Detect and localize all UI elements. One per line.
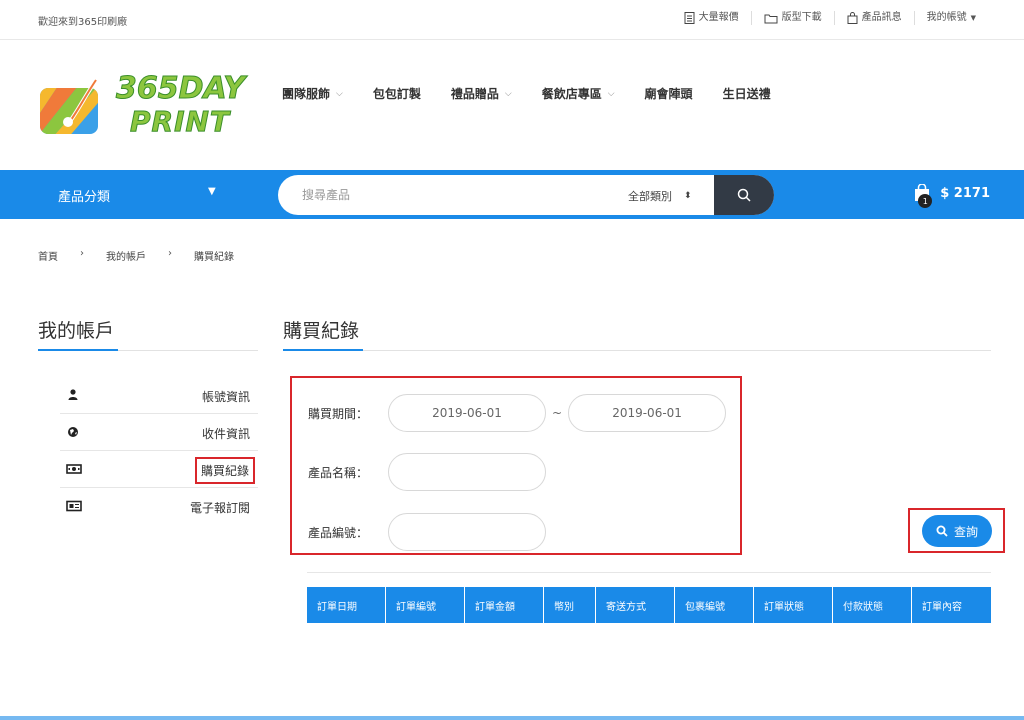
- template-download-link[interactable]: 版型下載: [750, 11, 834, 25]
- cart-count-badge: 1: [918, 194, 933, 208]
- breadcrumb-separator: ›: [80, 248, 84, 259]
- money-icon: [66, 462, 82, 476]
- period-row: 購買期間： ~: [308, 394, 727, 432]
- column-header: 訂單狀態: [754, 587, 833, 623]
- column-header: 包裹編號: [675, 587, 754, 623]
- nav-item-birthday[interactable]: 生日送禮: [723, 85, 771, 102]
- nav-item-gifts[interactable]: 禮品贈品 ⌵: [451, 85, 512, 102]
- nav-item-temple[interactable]: 廟會陣頭: [645, 85, 693, 102]
- product-info-link[interactable]: 產品訊息: [833, 11, 914, 25]
- sidebar-item-newsletter[interactable]: 電子報訂閱: [60, 488, 258, 525]
- nav-item-bags[interactable]: 包包訂製: [373, 85, 421, 102]
- logo-text-print: PRINT: [129, 105, 231, 138]
- chevron-down-icon: ⌵: [336, 88, 343, 99]
- page-title-underline: [283, 349, 991, 351]
- search-button[interactable]: [714, 175, 774, 215]
- shopping-bag-icon: 1: [914, 183, 933, 208]
- sort-caret-icon: ⬍: [684, 191, 692, 201]
- breadcrumb-home[interactable]: 首頁: [38, 248, 58, 263]
- nav-item-team-apparel[interactable]: 團隊服飾 ⌵: [282, 85, 343, 102]
- top-links: 大量報價 版型下載 產品訊息 我的帳號 ▼: [672, 11, 988, 25]
- nav-item-restaurant[interactable]: 餐飲店專區 ⌵: [542, 85, 615, 102]
- orders-table-header: 訂單日期 訂單編號 訂單金額 幣別 寄送方式 包裹編號 訂單狀態 付款狀態 訂單…: [307, 587, 991, 623]
- sidebar-title: 我的帳戶: [38, 320, 115, 342]
- product-id-field[interactable]: [388, 513, 546, 551]
- search-bar-strip: 產品分類 ▼ 全部類別 ⬍ 1 $ 2171: [0, 170, 1024, 219]
- search-category-select[interactable]: 全部類別 ⬍: [628, 188, 692, 204]
- column-header: 幣別: [544, 587, 596, 623]
- search-icon: [936, 525, 948, 537]
- sidebar-item-purchase-history[interactable]: 購買紀錄: [60, 451, 258, 488]
- product-id-row: 產品編號：: [308, 513, 546, 551]
- column-header: 訂單編號: [386, 587, 465, 623]
- breadcrumb-account[interactable]: 我的帳戶: [106, 248, 146, 263]
- date-range-separator: ~: [552, 406, 563, 420]
- user-icon: [66, 388, 80, 402]
- column-header: 寄送方式: [596, 587, 675, 623]
- query-button[interactable]: 查詢: [922, 515, 992, 547]
- my-account-link[interactable]: 我的帳號 ▼: [913, 11, 988, 25]
- top-bar: 歡迎來到365印刷廠 大量報價 版型下載 產品訊息 我的帳號 ▼: [0, 0, 1024, 40]
- document-icon: [684, 12, 695, 24]
- folder-icon: [764, 13, 778, 24]
- welcome-text: 歡迎來到365印刷廠: [38, 17, 128, 28]
- sidebar-item-shipping-info[interactable]: 收件資訊: [60, 414, 258, 451]
- logo-text-365day: 365DAY: [115, 71, 246, 106]
- query-button-highlight: 查詢: [908, 508, 1005, 553]
- section-divider: [307, 572, 991, 573]
- account-menu: 帳號資訊 收件資訊 購買紀錄 電子報訂閱: [60, 377, 258, 525]
- column-header: 訂單日期: [307, 587, 386, 623]
- sidebar-title-underline: [38, 349, 258, 351]
- search-box: 全部類別 ⬍: [278, 175, 774, 215]
- breadcrumb: 首頁 › 我的帳戶 › 購買紀錄: [38, 248, 234, 263]
- product-name-label: 產品名稱：: [308, 465, 369, 480]
- product-name-field[interactable]: [388, 453, 546, 491]
- search-form-highlight: 購買期間： ~ 產品名稱： 產品編號：: [290, 376, 742, 555]
- caret-down-icon[interactable]: ▼: [208, 186, 216, 197]
- product-name-row: 產品名稱：: [308, 453, 546, 491]
- date-to-field[interactable]: [568, 394, 727, 432]
- column-header: 訂單內容: [922, 601, 962, 613]
- cart-button[interactable]: 1 $ 2171: [914, 183, 990, 208]
- footer-edge: [0, 716, 1024, 720]
- date-from-field[interactable]: [388, 394, 546, 432]
- logo-mark: [40, 78, 98, 134]
- bag-icon: [847, 12, 858, 24]
- column-header: 付款狀態: [833, 587, 912, 623]
- search-input[interactable]: [302, 175, 602, 215]
- chevron-down-icon: ⌵: [607, 88, 615, 99]
- product-id-label: 產品編號：: [308, 525, 369, 540]
- period-label: 購買期間：: [308, 406, 369, 421]
- breadcrumb-separator: ›: [168, 248, 172, 259]
- breadcrumb-current: 購買紀錄: [194, 252, 234, 263]
- page-title: 購買紀錄: [283, 320, 360, 342]
- caret-down-icon: ▼: [970, 14, 976, 22]
- globe-icon: [66, 425, 80, 439]
- main-nav: 團隊服飾 ⌵ 包包訂製 禮品贈品 ⌵ 餐飲店專區 ⌵ 廟會陣頭 生日送禮: [282, 85, 801, 102]
- bulk-quote-link[interactable]: 大量報價: [672, 11, 751, 25]
- newspaper-icon: [66, 499, 82, 513]
- site-logo[interactable]: 365DAY PRINT: [38, 72, 248, 142]
- chevron-down-icon: ⌵: [504, 88, 512, 99]
- cart-total: $ 2171: [940, 185, 990, 201]
- search-icon: [737, 188, 751, 202]
- product-category-toggle[interactable]: 產品分類: [58, 186, 110, 205]
- sidebar-item-account-info[interactable]: 帳號資訊: [60, 377, 258, 414]
- column-header: 訂單金額: [465, 587, 544, 623]
